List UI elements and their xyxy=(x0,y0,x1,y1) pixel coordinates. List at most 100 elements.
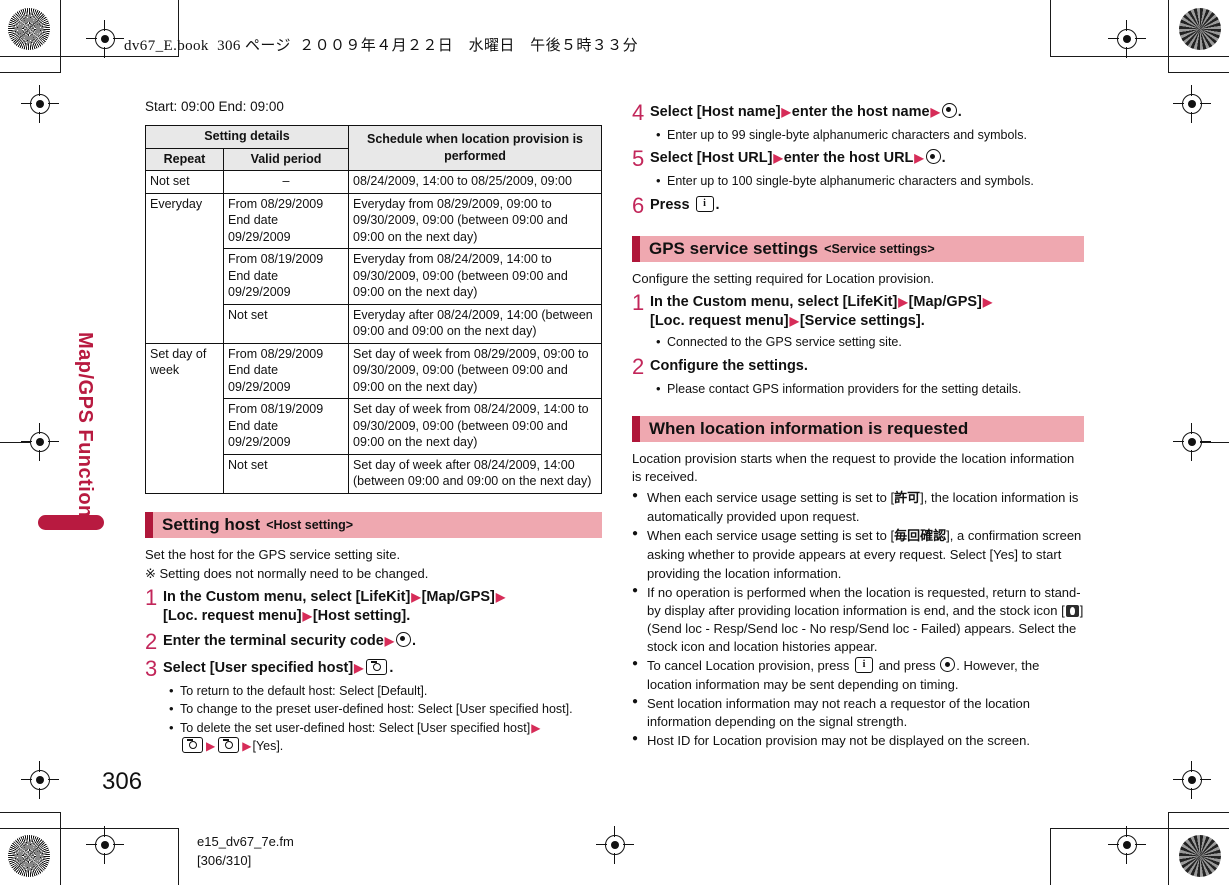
step-text: Enter the terminal security code▶. xyxy=(163,632,417,650)
step-number: 2 xyxy=(632,353,645,379)
table-group-header-row: Setting details Schedule when location p… xyxy=(145,125,602,172)
print-target-starburst xyxy=(1179,835,1221,877)
registration-mark xyxy=(1173,761,1211,799)
section-title: When location information is requested xyxy=(649,419,969,439)
cell-schedule: 08/24/2009, 14:00 to 08/25/2009, 09:00 xyxy=(348,170,602,194)
arrow-icon: ▶ xyxy=(930,105,940,119)
list-item: Enter up to 100 single-byte alphanumeric… xyxy=(656,172,1084,190)
center-key-icon xyxy=(940,657,956,673)
step-text: Select [User specified host]▶. xyxy=(163,659,394,677)
crop-line xyxy=(1050,0,1051,57)
step-6: 6 Press i. xyxy=(632,192,1084,218)
registration-mark xyxy=(86,826,124,864)
footer-page-range: [306/310] xyxy=(197,852,252,868)
list-item: If no operation is performed when the lo… xyxy=(632,584,1084,657)
cell-period: Not set xyxy=(223,303,349,344)
table-header-repeat: Repeat xyxy=(145,147,224,172)
arrow-icon: ▶ xyxy=(789,314,799,329)
list-item: When each service usage setting is set t… xyxy=(632,527,1084,583)
crop-line xyxy=(60,812,61,885)
print-target-starburst xyxy=(8,8,50,50)
step-3: 3 Select [User specified host]▶. xyxy=(145,656,602,682)
step-4-bullets: Enter up to 99 single-byte alphanumeric … xyxy=(632,126,1084,144)
cell-period: – xyxy=(223,170,349,194)
registration-mark xyxy=(21,761,59,799)
section-title: GPS service settings xyxy=(649,239,819,259)
arrow-icon: ▶ xyxy=(773,151,783,166)
step-number: 1 xyxy=(145,584,158,610)
crop-line xyxy=(1168,0,1169,73)
step-number: 6 xyxy=(632,192,645,218)
cell-schedule: Everyday from 08/29/2009, 09:00 to 09/30… xyxy=(348,192,602,250)
cell-period: From 08/19/2009 End date 09/29/2009 xyxy=(223,248,349,305)
step-1: 1 In the Custom menu, select [LifeKit]▶[… xyxy=(145,584,602,627)
page-number: 306 xyxy=(102,768,143,795)
cell-schedule: Set day of week after 08/24/2009, 14:00 … xyxy=(348,453,602,494)
registration-mark xyxy=(1108,20,1146,58)
registration-mark xyxy=(596,826,634,864)
gps-step-1: 1 In the Custom menu, select [LifeKit]▶[… xyxy=(632,289,1084,332)
step-number: 2 xyxy=(145,629,158,655)
list-item: To change to the preset user-defined hos… xyxy=(169,700,602,718)
cell-repeat: Not set xyxy=(145,170,224,194)
location-request-notes: When each service usage setting is set t… xyxy=(632,489,1084,751)
table-header-setting-details: Setting details xyxy=(145,125,349,149)
crop-line xyxy=(0,56,178,57)
heading-accent-bar xyxy=(632,415,640,442)
cell-repeat: Set day of week xyxy=(145,342,224,494)
section-subtitle: <Host setting> xyxy=(266,517,354,532)
registration-mark xyxy=(1108,826,1146,864)
arrow-icon: ▶ xyxy=(242,739,252,754)
arrow-icon: ▶ xyxy=(898,294,908,309)
arrow-icon: ▶ xyxy=(206,739,216,754)
cell-schedule: Set day of week from 08/29/2009, 09:00 t… xyxy=(348,342,602,400)
registration-mark xyxy=(86,20,124,58)
step-text: Configure the settings. xyxy=(650,357,808,374)
list-item: To return to the default host: Select [D… xyxy=(169,682,602,700)
section-title: Setting host xyxy=(162,515,261,535)
cell-period: From 08/29/2009 End date 09/29/2009 xyxy=(223,342,349,400)
table-header-schedule: Schedule when location provision is perf… xyxy=(348,125,602,172)
print-target-starburst xyxy=(8,835,50,877)
arrow-icon: ▶ xyxy=(914,151,924,166)
crop-line xyxy=(1168,812,1169,885)
right-column: 4 Select [Host name]▶enter the host name… xyxy=(632,98,1084,751)
center-key-icon xyxy=(396,632,412,648)
footer-file-info: e15_dv67_7e.fm [306/310] xyxy=(197,833,294,871)
list-item: Please contact GPS information providers… xyxy=(656,379,1084,397)
crop-line xyxy=(0,72,60,73)
cell-repeat: Everyday xyxy=(145,192,224,344)
table-header-valid-period: Valid period xyxy=(223,147,349,172)
print-target-starburst xyxy=(1179,8,1221,50)
cell-schedule: Everyday from 08/24/2009, 14:00 to 09/30… xyxy=(348,248,602,305)
step-number: 3 xyxy=(145,656,158,682)
step-5: 5 Select [Host URL]▶enter the host URL▶. xyxy=(632,148,1084,171)
list-item: Enter up to 99 single-byte alphanumeric … xyxy=(656,126,1084,144)
arrow-icon: ▶ xyxy=(982,294,993,309)
registration-mark xyxy=(1173,423,1211,461)
section-heading-gps-service-settings: GPS service settings <Service settings> xyxy=(632,235,1084,262)
heading-accent-bar xyxy=(145,511,153,538)
schedule-table: Setting details Schedule when location p… xyxy=(145,125,602,494)
list-item: Connected to the GPS service setting sit… xyxy=(656,333,1084,351)
arrow-icon: ▶ xyxy=(495,589,506,604)
crop-line xyxy=(1050,828,1051,885)
table-row: Not set – 08/24/2009, 14:00 to 08/25/200… xyxy=(145,170,602,194)
registration-mark xyxy=(21,85,59,123)
step-number: 1 xyxy=(632,289,645,315)
section-subtitle: <Service settings> xyxy=(824,241,935,256)
gps-step-2: 2 Configure the settings. xyxy=(632,353,1084,379)
arrow-icon: ▶ xyxy=(354,661,364,676)
registration-mark xyxy=(21,423,59,461)
stock-icon xyxy=(1065,604,1079,617)
heading-accent-bar xyxy=(632,235,640,262)
lead-line: Start: 09:00 End: 09:00 xyxy=(145,99,284,114)
arrow-icon: ▶ xyxy=(411,589,421,604)
section-intro: Location provision starts when the reque… xyxy=(632,450,1075,484)
arrow-icon: ▶ xyxy=(384,634,395,649)
cell-schedule: Set day of week from 08/24/2009, 14:00 t… xyxy=(348,398,602,455)
step-text: Select [Host URL]▶enter the host URL▶. xyxy=(650,149,946,167)
center-key-icon xyxy=(941,103,957,118)
step-text: Press i. xyxy=(650,195,720,213)
info-key-icon: i xyxy=(854,657,873,674)
